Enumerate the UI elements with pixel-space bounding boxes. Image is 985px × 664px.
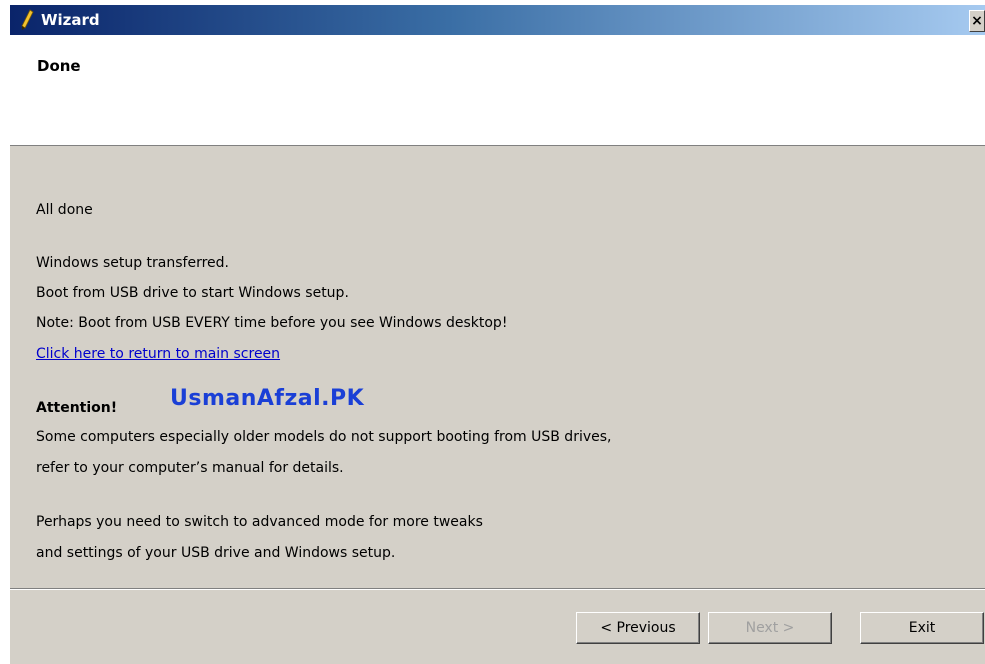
return-main-link[interactable]: Click here to return to main screen <box>36 346 280 362</box>
wizard-footer: < Previous Next > Exit <box>10 590 985 664</box>
all-done-text: All done <box>36 202 93 218</box>
window-title: Wizard <box>41 11 100 29</box>
status-line-2: Boot from USB drive to start Windows set… <box>36 285 349 301</box>
status-line-3: Note: Boot from USB EVERY time before yo… <box>36 315 508 331</box>
close-button[interactable]: × <box>969 10 985 32</box>
advanced-line-1: Perhaps you need to switch to advanced m… <box>36 514 483 530</box>
wizard-header: Done <box>10 35 985 146</box>
advanced-line-2: and settings of your USB drive and Windo… <box>36 545 396 561</box>
exit-button[interactable]: Exit <box>860 612 984 644</box>
wizard-content: All done Windows setup transferred. Boot… <box>10 146 985 588</box>
pencil-icon <box>16 7 38 33</box>
next-button[interactable]: Next > <box>708 612 832 644</box>
page-title: Done <box>37 57 81 75</box>
watermark-text: UsmanAfzal.PK <box>170 386 365 411</box>
previous-button[interactable]: < Previous <box>576 612 700 644</box>
attention-heading: Attention! <box>36 400 118 416</box>
attention-line-1: Some computers especially older models d… <box>36 429 612 445</box>
attention-line-2: refer to your computer’s manual for deta… <box>36 460 344 476</box>
title-bar[interactable]: Wizard × <box>10 5 985 35</box>
status-line-1: Windows setup transferred. <box>36 255 229 271</box>
